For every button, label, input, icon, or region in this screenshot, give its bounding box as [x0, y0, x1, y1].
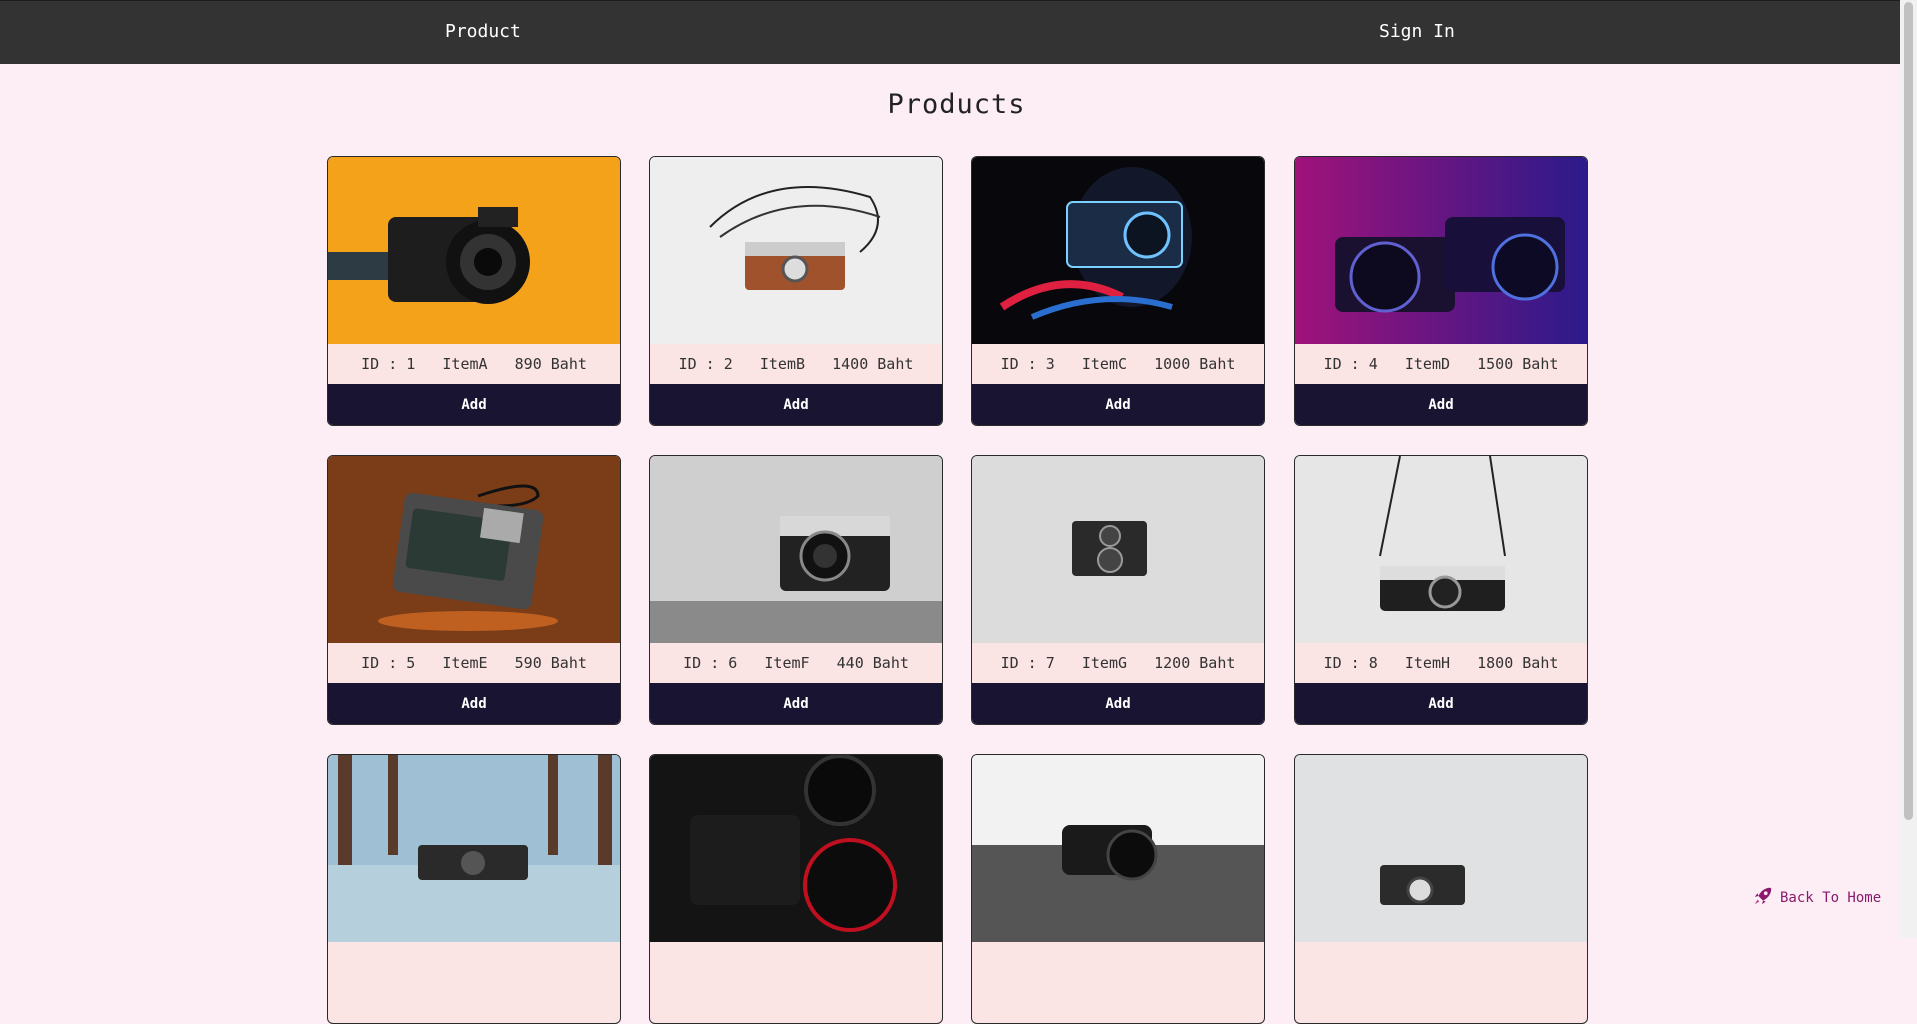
- product-info: [650, 942, 942, 982]
- product-info: ID : 4 ItemD 1500 Baht: [1295, 344, 1587, 384]
- top-navbar: Product Sign In: [0, 0, 1900, 64]
- product-info: ID : 7 ItemG 1200 Baht: [972, 643, 1264, 683]
- product-image: [650, 456, 942, 643]
- add-button[interactable]: Add: [650, 384, 942, 425]
- product-card: [327, 754, 621, 1024]
- product-card: ID : 6 ItemF 440 Baht Add: [649, 455, 943, 725]
- nav-product-link[interactable]: Product: [445, 21, 521, 42]
- product-card: ID : 5 ItemE 590 Baht Add: [327, 455, 621, 725]
- product-image: [650, 755, 942, 942]
- product-info: ID : 1 ItemA 890 Baht: [328, 344, 620, 384]
- product-info: [972, 942, 1264, 982]
- product-image: [328, 755, 620, 942]
- product-image: [328, 157, 620, 344]
- product-card: ID : 8 ItemH 1800 Baht Add: [1294, 455, 1588, 725]
- nav-signin-link[interactable]: Sign In: [1379, 21, 1455, 42]
- add-button[interactable]: Add: [328, 384, 620, 425]
- product-info: ID : 2 ItemB 1400 Baht: [650, 344, 942, 384]
- product-card: ID : 1 ItemA 890 Baht Add: [327, 156, 621, 426]
- add-button[interactable]: Add: [1295, 384, 1587, 425]
- rocket-icon: [1752, 885, 1774, 911]
- product-image: [328, 456, 620, 643]
- product-card: [649, 754, 943, 1024]
- add-button[interactable]: Add: [328, 683, 620, 724]
- product-info: [1295, 942, 1587, 982]
- product-info: ID : 6 ItemF 440 Baht: [650, 643, 942, 683]
- product-info: ID : 3 ItemC 1000 Baht: [972, 344, 1264, 384]
- product-info: [328, 942, 620, 982]
- product-card: ID : 3 ItemC 1000 Baht Add: [971, 156, 1265, 426]
- product-image: [650, 157, 942, 344]
- product-card: [1294, 754, 1588, 1024]
- product-info: ID : 8 ItemH 1800 Baht: [1295, 643, 1587, 683]
- back-to-home-label: Back To Home: [1780, 890, 1882, 906]
- product-image: [972, 755, 1264, 942]
- product-card: ID : 2 ItemB 1400 Baht Add: [649, 156, 943, 426]
- product-image: [972, 157, 1264, 344]
- scrollbar-thumb[interactable]: [1904, 2, 1913, 820]
- vertical-scrollbar[interactable]: [1900, 0, 1917, 938]
- product-image: [1295, 157, 1587, 344]
- product-image: [1295, 456, 1587, 643]
- add-button[interactable]: Add: [972, 384, 1264, 425]
- add-button[interactable]: Add: [972, 683, 1264, 724]
- add-button[interactable]: Add: [1295, 683, 1587, 724]
- product-card: ID : 4 ItemD 1500 Baht Add: [1294, 156, 1588, 426]
- page-title: Products: [887, 89, 1026, 120]
- product-card: [971, 754, 1265, 1024]
- product-image: [972, 456, 1264, 643]
- product-info: ID : 5 ItemE 590 Baht: [328, 643, 620, 683]
- add-button[interactable]: Add: [650, 683, 942, 724]
- product-card: ID : 7 ItemG 1200 Baht Add: [971, 455, 1265, 725]
- back-to-home-link[interactable]: Back To Home: [1752, 885, 1881, 911]
- product-image: [1295, 755, 1587, 942]
